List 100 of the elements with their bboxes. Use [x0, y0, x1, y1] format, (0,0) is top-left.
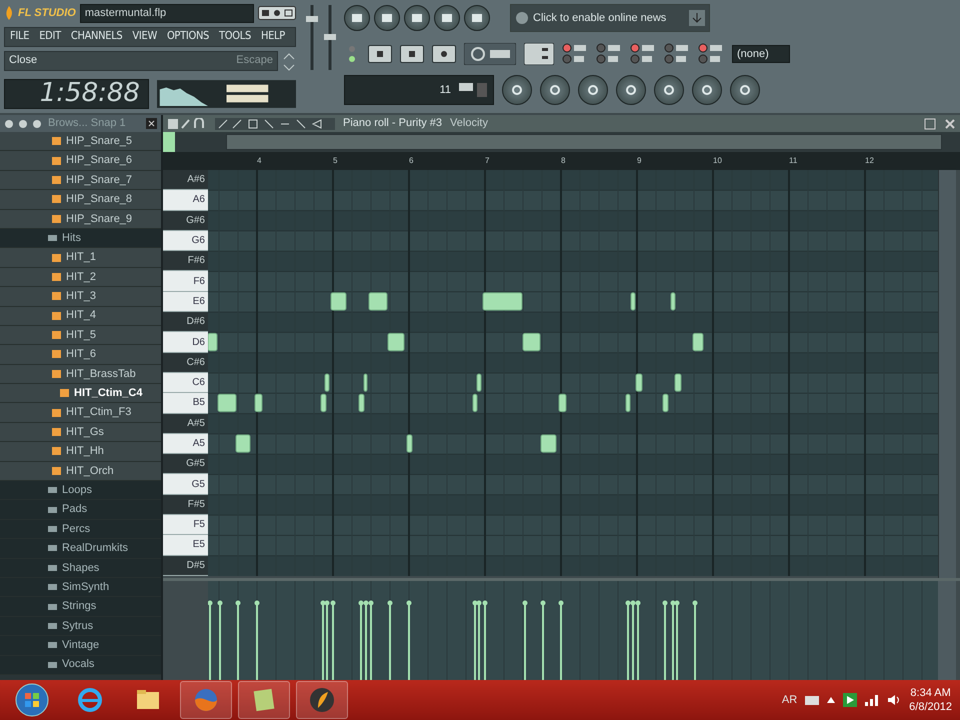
toolbar-button[interactable]: [502, 75, 532, 105]
toolbar-button[interactable]: [540, 75, 570, 105]
pattern-display-icon[interactable]: [524, 43, 554, 65]
browser-item[interactable]: RealDrumkits: [0, 539, 161, 559]
note[interactable]: [662, 394, 668, 412]
toolbar-button[interactable]: [374, 5, 400, 31]
piano-key[interactable]: F#5: [163, 494, 208, 516]
velocity-bar[interactable]: [218, 600, 222, 680]
browser-item[interactable]: Pads: [0, 500, 161, 520]
note[interactable]: [364, 374, 368, 392]
velocity-bar[interactable]: [630, 600, 636, 680]
toggle-led-icon[interactable]: [664, 43, 690, 65]
velocity-bar[interactable]: [522, 600, 528, 680]
stop-button[interactable]: [400, 45, 424, 63]
velocity-target[interactable]: Velocity: [450, 115, 488, 132]
note[interactable]: [674, 374, 682, 392]
note[interactable]: [626, 394, 630, 412]
piano-key[interactable]: F6: [163, 271, 208, 292]
note[interactable]: [482, 292, 522, 311]
velocity-bar[interactable]: [208, 600, 212, 680]
toolbar-button[interactable]: [464, 5, 490, 31]
browser-item[interactable]: HIT_2: [0, 268, 161, 288]
piano-key[interactable]: D6: [163, 332, 208, 353]
toolbar-button[interactable]: [404, 5, 430, 31]
piano-key[interactable]: D#5: [163, 556, 208, 576]
browser-item[interactable]: HIT_Ctim_C4: [0, 384, 161, 404]
note[interactable]: [406, 434, 412, 453]
velocity-lane-drawing[interactable]: [208, 581, 938, 680]
piano-key[interactable]: C#6: [163, 352, 208, 373]
pause-button[interactable]: [368, 45, 392, 63]
menu-item[interactable]: CHANNELS: [66, 28, 128, 45]
note[interactable]: [692, 332, 704, 352]
note[interactable]: [476, 374, 482, 392]
velocity-bar[interactable]: [324, 600, 330, 680]
clock-time[interactable]: 8:34 AM: [910, 686, 951, 700]
velocity-bar[interactable]: [482, 600, 488, 680]
browser-item[interactable]: Vintage: [0, 636, 161, 656]
browser-item[interactable]: HIP_Snare_5: [0, 132, 161, 152]
browser-item[interactable]: HIT_3: [0, 287, 161, 307]
browser-item[interactable]: HIP_Snare_6: [0, 151, 161, 171]
browser-item[interactable]: Vocals: [0, 656, 161, 675]
piano-key[interactable]: A5: [163, 434, 208, 454]
toggle-led-icon[interactable]: [698, 43, 724, 65]
piano-key[interactable]: F#6: [163, 251, 208, 272]
browser-item[interactable]: Shapes: [0, 558, 161, 578]
browser-item[interactable]: HIT_Ctim_F3: [0, 403, 161, 423]
toggle-led-icon[interactable]: [562, 43, 588, 65]
browser-item[interactable]: HIT_BrassTab: [0, 364, 161, 384]
piano-key[interactable]: C6: [163, 372, 208, 394]
menu-item[interactable]: TOOLS: [214, 28, 256, 45]
piano-key[interactable]: B5: [163, 393, 208, 414]
browser-item[interactable]: HIT_6: [0, 345, 161, 365]
note[interactable]: [358, 394, 364, 412]
menu-item[interactable]: HELP: [256, 28, 290, 45]
velocity-bar[interactable]: [236, 600, 240, 680]
velocity-bar[interactable]: [364, 600, 368, 680]
note[interactable]: [330, 292, 346, 311]
browser-item[interactable]: HIT_1: [0, 248, 161, 268]
piano-key[interactable]: E5: [163, 535, 208, 556]
menu-item[interactable]: VIEW: [127, 28, 162, 45]
note[interactable]: [368, 292, 388, 311]
piano-key[interactable]: G#5: [163, 454, 208, 474]
piano-key[interactable]: A6: [163, 190, 208, 211]
menu-item[interactable]: EDIT: [34, 28, 66, 45]
keyboard-icon[interactable]: [805, 694, 820, 706]
menu-item[interactable]: OPTIONS: [162, 28, 214, 45]
edit-tools-icon[interactable]: [215, 118, 335, 130]
note[interactable]: [218, 394, 236, 412]
velocity-bar[interactable]: [626, 600, 630, 680]
tool-icons[interactable]: [167, 118, 207, 130]
velocity-bar[interactable]: [368, 600, 374, 680]
velocity-bar[interactable]: [540, 600, 546, 680]
browser-item[interactable]: SimSynth: [0, 578, 161, 598]
velocity-bar[interactable]: [388, 600, 392, 680]
browser-item[interactable]: HIT_Hh: [0, 442, 161, 462]
piano-key[interactable]: D#6: [163, 312, 208, 332]
note[interactable]: [636, 374, 642, 392]
news-bar[interactable]: Click to enable online news: [510, 4, 710, 32]
piano-key[interactable]: A#6: [163, 170, 208, 190]
play-icon[interactable]: [843, 693, 858, 707]
note[interactable]: [236, 434, 250, 453]
velocity-bar[interactable]: [330, 600, 336, 680]
browser-item[interactable]: HIT_Orch: [0, 462, 161, 482]
vertical-scrollbar[interactable]: [938, 170, 956, 578]
velocity-bar[interactable]: [670, 600, 676, 680]
browser-buttons-icon[interactable]: [4, 118, 44, 130]
velocity-bar[interactable]: [558, 600, 564, 680]
browser-item[interactable]: HIP_Snare_9: [0, 210, 161, 229]
velocity-bar[interactable]: [320, 600, 326, 680]
browser-item[interactable]: HIP_Snare_7: [0, 170, 161, 190]
piano-key[interactable]: A#5: [163, 414, 208, 434]
piano-key[interactable]: E6: [163, 292, 208, 312]
piano-key[interactable]: G#6: [163, 210, 208, 231]
velocity-bar[interactable]: [406, 600, 412, 680]
taskbar-button[interactable]: [238, 681, 290, 719]
note[interactable]: [670, 292, 676, 311]
note[interactable]: [558, 394, 566, 412]
piano-key[interactable]: G6: [163, 230, 208, 252]
browser-item[interactable]: Sytrus: [0, 616, 161, 636]
note[interactable]: [522, 332, 540, 352]
